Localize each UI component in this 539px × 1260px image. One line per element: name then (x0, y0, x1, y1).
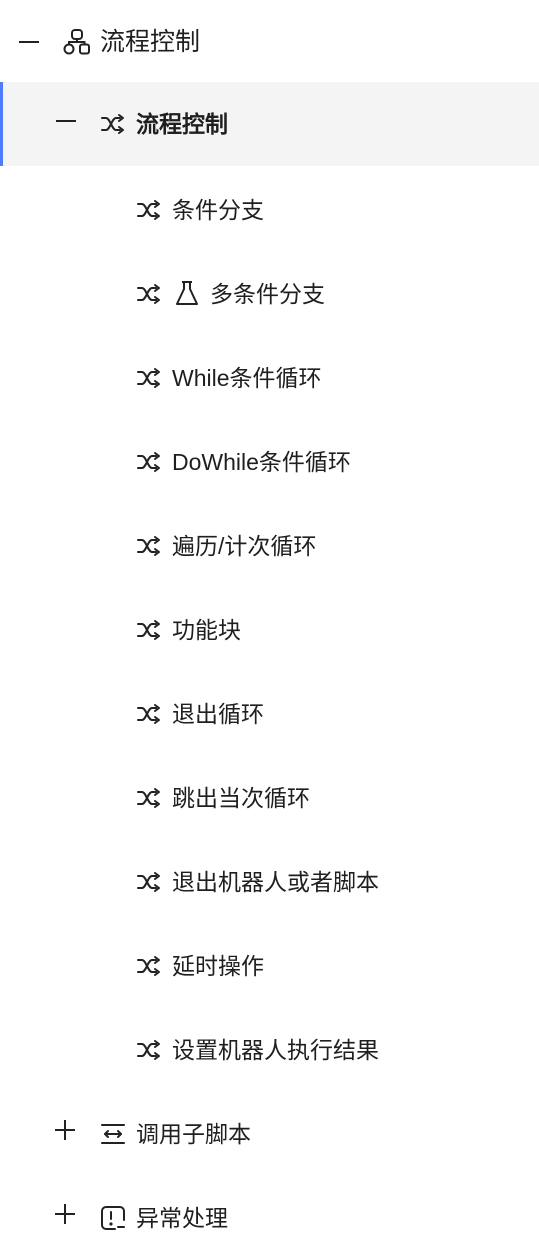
shuffle-icon (135, 280, 163, 308)
tree-node-group-flow-control[interactable]: 流程控制 (0, 82, 539, 166)
tree-item-function-block[interactable]: 功能块 (0, 588, 539, 672)
tree-item-label: DoWhile条件循环 (172, 449, 351, 475)
tree-item-skip-iteration[interactable]: 跳出当次循环 (0, 756, 539, 840)
tree-item-do-while-loop[interactable]: DoWhile条件循环 (0, 420, 539, 504)
tree-node-group-call-subscript[interactable]: 调用子脚本 (0, 1092, 539, 1176)
shuffle-icon (135, 196, 163, 224)
shuffle-icon (135, 616, 163, 644)
tree-item-multi-condition-branch[interactable]: 多条件分支 (0, 252, 539, 336)
tree-item-label: 延时操作 (172, 953, 264, 979)
shuffle-icon (135, 700, 163, 728)
tree-item-while-loop[interactable]: While条件循环 (0, 336, 539, 420)
collapse-toggle-icon[interactable] (55, 110, 77, 132)
tree-node-root-flow-control[interactable]: 流程控制 (0, 0, 539, 84)
tree-item-label: 退出机器人或者脚本 (172, 869, 379, 895)
tree-node-label: 异常处理 (136, 1205, 228, 1231)
tree-node-label: 流程控制 (100, 28, 201, 56)
tree-item-exit-robot[interactable]: 退出机器人或者脚本 (0, 840, 539, 924)
shuffle-icon (135, 1036, 163, 1064)
tree-item-delay[interactable]: 延时操作 (0, 924, 539, 1008)
expand-toggle-icon[interactable] (54, 1119, 76, 1141)
tree-item-label: 条件分支 (172, 197, 264, 223)
shuffle-icon (99, 110, 127, 138)
tree-item-label: 设置机器人执行结果 (172, 1037, 379, 1063)
exception-icon (99, 1204, 127, 1232)
shuffle-icon (135, 784, 163, 812)
flask-icon (173, 279, 201, 307)
tree-item-label: While条件循环 (172, 365, 322, 391)
shuffle-icon (135, 868, 163, 896)
tree-item-condition-branch[interactable]: 条件分支 (0, 168, 539, 252)
tree-node-label: 流程控制 (136, 111, 228, 137)
sub-script-icon (99, 1120, 127, 1148)
shuffle-icon (135, 448, 163, 476)
tree-item-label: 功能块 (172, 617, 241, 643)
tree-item-iterate-loop[interactable]: 遍历/计次循环 (0, 504, 539, 588)
shuffle-icon (135, 952, 163, 980)
tree-node-label: 调用子脚本 (136, 1121, 251, 1147)
tree-item-set-result[interactable]: 设置机器人执行结果 (0, 1008, 539, 1092)
org-chart-icon (63, 28, 91, 56)
tree-item-label: 跳出当次循环 (172, 785, 310, 811)
tree-item-label: 退出循环 (172, 701, 264, 727)
expand-toggle-icon[interactable] (54, 1203, 76, 1225)
shuffle-icon (135, 532, 163, 560)
tree-item-label: 多条件分支 (210, 281, 325, 307)
shuffle-icon (135, 364, 163, 392)
tree-item-exit-loop[interactable]: 退出循环 (0, 672, 539, 756)
tree-node-group-exception-handling[interactable]: 异常处理 (0, 1176, 539, 1260)
tree-item-label: 遍历/计次循环 (172, 533, 317, 559)
collapse-toggle-icon[interactable] (18, 31, 40, 53)
